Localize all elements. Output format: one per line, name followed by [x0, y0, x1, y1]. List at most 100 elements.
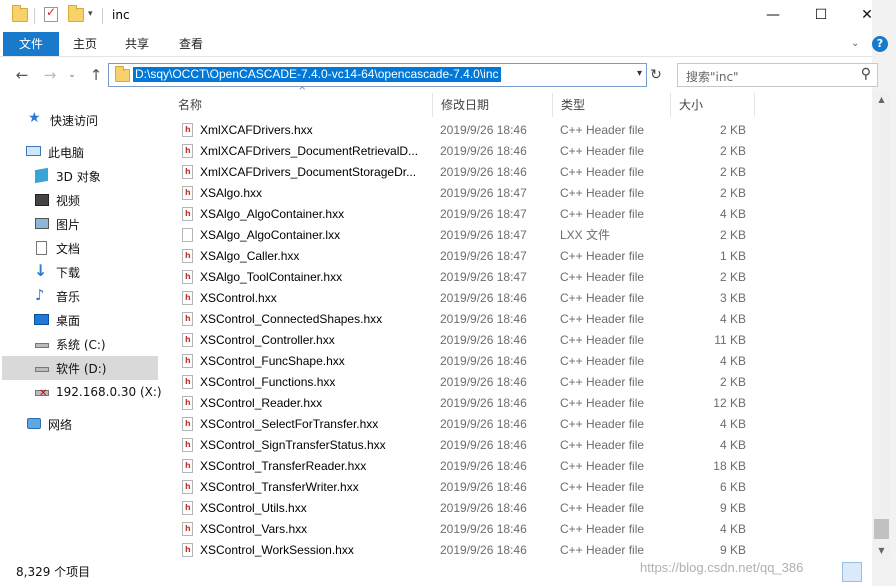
up-icon[interactable]: ↑: [86, 64, 106, 86]
tab-home[interactable]: 主页: [62, 32, 108, 56]
file-size: 4 KB: [719, 207, 746, 221]
scroll-down-icon[interactable]: ▼: [873, 542, 890, 559]
file-row[interactable]: XSControl_Vars.hxx 2019/9/26 18:46 C++ Hea…: [170, 519, 760, 540]
nav-downloads[interactable]: ↓ 下载: [34, 260, 192, 284]
file-row[interactable]: XSControl_Functions.hxx 2019/9/26 18:46 C+…: [170, 372, 760, 393]
quick-access-dropdown-icon[interactable]: ▾: [88, 9, 93, 19]
nav-network[interactable]: 网络: [26, 412, 184, 436]
close-button[interactable]: ✕: [844, 0, 890, 30]
file-row[interactable]: XSAlgo_ToolContainer.hxx 2019/9/26 18:47 C…: [170, 267, 760, 288]
watermark: https://blog.csdn.net/qq_386: [640, 560, 804, 575]
details-view-icon[interactable]: [842, 562, 862, 582]
help-icon[interactable]: ?: [872, 36, 888, 52]
nav-label: 视频: [56, 193, 81, 208]
file-date: 2019/9/26 18:46: [440, 165, 527, 179]
file-row[interactable]: XmlXCAFDrivers.hxx 2019/9/26 18:46 C++ Hea…: [170, 120, 760, 141]
file-size: 3 KB: [719, 291, 746, 305]
file-row[interactable]: XSControl_TransferWriter.hxx 2019/9/26 18…: [170, 477, 760, 498]
file-row[interactable]: XSAlgo_Caller.hxx 2019/9/26 18:47 C++ Head…: [170, 246, 760, 267]
forward-icon[interactable]: →: [40, 64, 60, 86]
file-row[interactable]: XSControl_WorkSession.hxx 2019/9/26 18:46…: [170, 540, 760, 561]
file-date: 2019/9/26 18:46: [440, 459, 527, 473]
file-row[interactable]: XSControl_SignTransferStatus.hxx 2019/9/2…: [170, 435, 760, 456]
header-file-icon: [182, 144, 193, 158]
file-row[interactable]: XSControl.hxx 2019/9/26 18:46 C++ Header f…: [170, 288, 760, 309]
nav-this-pc[interactable]: 此电脑: [26, 140, 184, 164]
file-row[interactable]: XSControl_Utils.hxx 2019/9/26 18:46 C++ He…: [170, 498, 760, 519]
file-name: XmlXCAFDrivers_DocumentRetrievalD...: [200, 144, 419, 158]
tab-file[interactable]: 文件: [3, 32, 59, 56]
new-folder-icon[interactable]: [68, 5, 84, 22]
cube-icon: [34, 167, 50, 184]
header-file-icon: [182, 438, 193, 452]
file-type: C++ Header file: [560, 123, 645, 137]
file-row[interactable]: XSControl_Controller.hxx 2019/9/26 18:46 C…: [170, 330, 760, 351]
file-row[interactable]: XSControl_ConnectedShapes.hxx 2019/9/26 1…: [170, 309, 760, 330]
recent-dropdown-icon[interactable]: ⌄: [62, 64, 82, 86]
file-name: XSControl_TransferWriter.hxx: [200, 480, 359, 494]
nav-label: 网络: [48, 417, 73, 432]
file-date: 2019/9/26 18:46: [440, 543, 527, 557]
scrollbar-thumb[interactable]: [874, 519, 889, 539]
header-file-icon: [182, 522, 193, 536]
address-dropdown-icon[interactable]: ▾: [637, 68, 642, 79]
nav-pictures[interactable]: 图片: [34, 212, 192, 236]
search-input[interactable]: 搜索"inc" ⚲: [677, 63, 878, 87]
properties-icon[interactable]: [44, 5, 58, 22]
column-header-size[interactable]: 大小: [671, 93, 755, 117]
file-name: XSControl_Reader.hxx: [200, 396, 323, 410]
file-type: C++ Header file: [560, 480, 645, 494]
expand-ribbon-icon[interactable]: ⌄: [851, 38, 859, 49]
address-path[interactable]: D:\sqy\OCCT\OpenCASCADE-7.4.0-vc14-64\op…: [133, 67, 501, 82]
header-file-icon: [182, 501, 193, 515]
file-type: C++ Header file: [560, 396, 645, 410]
nav-drive-d[interactable]: 软件 (D:): [2, 356, 158, 380]
header-file-icon: [182, 480, 193, 494]
vertical-scrollbar[interactable]: ▲ ▼: [873, 91, 890, 559]
file-date: 2019/9/26 18:46: [440, 354, 527, 368]
column-header-date[interactable]: 修改日期: [433, 93, 553, 117]
scroll-up-icon[interactable]: ▲: [873, 91, 890, 108]
file-row[interactable]: XmlXCAFDrivers_DocumentRetrievalD... 2019…: [170, 141, 760, 162]
refresh-icon[interactable]: ↻: [646, 63, 666, 87]
divider: [34, 8, 35, 24]
column-header-name[interactable]: 名称: [170, 93, 433, 117]
file-row[interactable]: XSControl_FuncShape.hxx 2019/9/26 18:46 C+…: [170, 351, 760, 372]
nav-network-drive-x[interactable]: ✕ 192.168.0.30 (X:): [34, 380, 192, 404]
header-file-icon: [182, 396, 193, 410]
column-header-type[interactable]: 类型: [553, 93, 671, 117]
file-date: 2019/9/26 18:47: [440, 186, 527, 200]
nav-label: 192.168.0.30 (X:): [56, 385, 162, 399]
file-type: C++ Header file: [560, 438, 645, 452]
item-count: 8,329 个项目: [16, 565, 91, 579]
file-row[interactable]: XSControl_SelectForTransfer.hxx 2019/9/26…: [170, 414, 760, 435]
nav-desktop[interactable]: 桌面: [34, 308, 192, 332]
file-row[interactable]: XSControl_Reader.hxx 2019/9/26 18:46 C++ H…: [170, 393, 760, 414]
file-row[interactable]: XSAlgo.hxx 2019/9/26 18:47 C++ Header file…: [170, 183, 760, 204]
network-icon: [26, 417, 42, 431]
file-row[interactable]: XSControl_TransferReader.hxx 2019/9/26 18…: [170, 456, 760, 477]
drive-icon: [34, 361, 50, 375]
file-type: C++ Header file: [560, 459, 645, 473]
file-row[interactable]: XSAlgo_AlgoContainer.hxx 2019/9/26 18:47 C…: [170, 204, 760, 225]
nav-label: 桌面: [56, 313, 81, 328]
tab-share[interactable]: 共享: [114, 32, 160, 56]
address-bar[interactable]: D:\sqy\OCCT\OpenCASCADE-7.4.0-vc14-64\op…: [108, 63, 647, 87]
maximize-button[interactable]: ☐: [798, 0, 844, 30]
back-icon[interactable]: ←: [12, 64, 32, 86]
nav-documents[interactable]: 文档: [34, 236, 192, 260]
nav-3d-objects[interactable]: 3D 对象: [34, 164, 192, 188]
tab-view[interactable]: 查看: [168, 32, 214, 56]
search-icon[interactable]: ⚲: [861, 66, 871, 82]
minimize-button[interactable]: —: [750, 0, 796, 30]
header-file-icon: [182, 123, 193, 137]
file-size: 9 KB: [719, 501, 746, 515]
header-file-icon: [182, 417, 193, 431]
nav-music[interactable]: ♪ 音乐: [34, 284, 192, 308]
nav-videos[interactable]: 视频: [34, 188, 192, 212]
nav-drive-c[interactable]: 系统 (C:): [34, 332, 192, 356]
file-row[interactable]: XmlXCAFDrivers_DocumentStorageDr... 2019/…: [170, 162, 760, 183]
file-size: 12 KB: [713, 396, 746, 410]
nav-quick-access[interactable]: ★ 快速访问: [28, 108, 186, 132]
file-row[interactable]: XSAlgo_AlgoContainer.lxx 2019/9/26 18:47 L…: [170, 225, 760, 246]
